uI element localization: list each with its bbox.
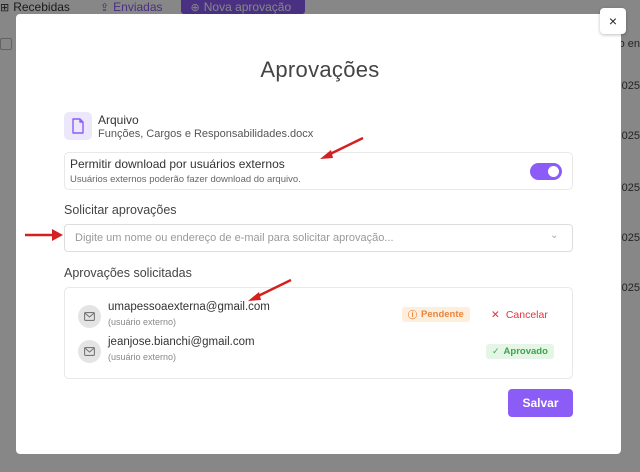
modal-title: Aprovações — [260, 57, 380, 82]
close-icon: × — [608, 13, 618, 29]
mail-icon — [78, 340, 101, 363]
list-item: umapessoaexterna@gmail.com (usuário exte… — [65, 301, 574, 335]
toggle-knob — [548, 166, 559, 177]
status-badge: ✓ Aprovado — [486, 344, 554, 359]
status-badge: ⓘ Pendente — [402, 307, 470, 322]
requested-section-label: Aprovações solicitadas — [64, 266, 192, 280]
request-section-label: Solicitar aprovações — [64, 203, 177, 217]
request-approval-input[interactable] — [64, 224, 573, 252]
question-circle-icon: ⓘ — [408, 310, 418, 320]
approver-type: (usuário externo) — [108, 352, 177, 362]
close-button[interactable]: × — [600, 8, 626, 34]
permission-title: Permitir download por usuários externos — [70, 157, 285, 171]
file-label: Arquivo — [98, 113, 139, 127]
approver-type: (usuário externo) — [108, 317, 177, 327]
cancel-request-button[interactable]: ✕ Cancelar — [491, 306, 548, 323]
download-permission-toggle[interactable] — [530, 163, 562, 180]
annotation-arrow — [25, 229, 63, 241]
permission-subtitle: Usuários externos poderão fazer download… — [70, 174, 301, 185]
requested-approvals-list: umapessoaexterna@gmail.com (usuário exte… — [64, 287, 573, 379]
status-badge-label: Aprovado — [503, 346, 548, 357]
annotation-arrow — [248, 278, 292, 301]
mail-icon — [78, 305, 101, 328]
close-icon: ✕ — [491, 308, 500, 321]
check-circle-icon: ✓ — [492, 346, 500, 356]
status-badge-label: Pendente — [421, 309, 464, 320]
chevron-down-icon[interactable]: ⌄ — [550, 230, 558, 241]
list-item: jeanjose.bianchi@gmail.com (usuário exte… — [65, 336, 574, 370]
document-icon — [64, 112, 92, 140]
file-name: Funções, Cargos e Responsabilidades.docx — [98, 128, 314, 140]
approver-email: jeanjose.bianchi@gmail.com — [108, 336, 255, 348]
annotation-arrow — [320, 136, 364, 159]
save-button[interactable]: Salvar — [508, 389, 573, 417]
cancel-label: Cancelar — [505, 308, 548, 321]
